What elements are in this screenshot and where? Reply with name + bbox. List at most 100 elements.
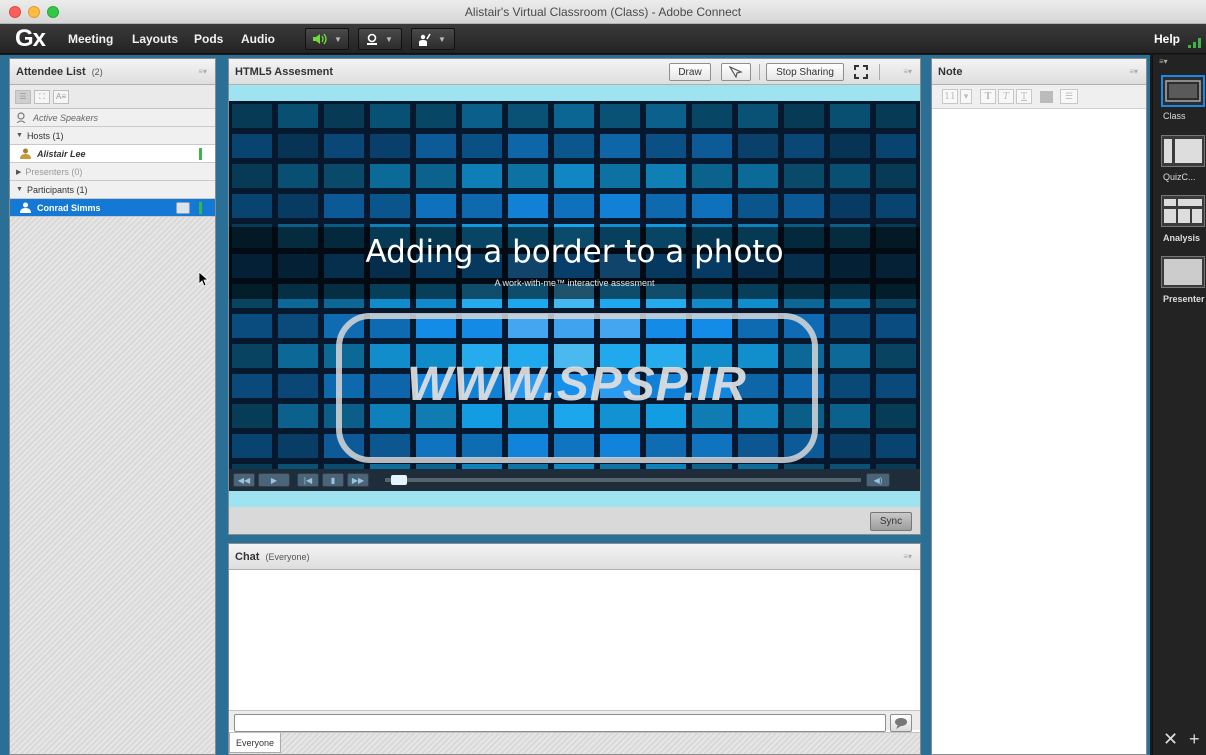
- presenters-group-row[interactable]: ▶ Presenters (0): [10, 163, 215, 181]
- webcam-status-icon[interactable]: [176, 202, 190, 214]
- rewind-button[interactable]: ◀◀: [233, 473, 255, 487]
- menu-help[interactable]: Help: [1154, 32, 1180, 46]
- presentation-player-bar: ◀◀ ▶ |◀ ▮ ▶▶ ◀): [229, 469, 920, 491]
- seek-thumb[interactable]: [390, 475, 407, 485]
- attendee-row-participant[interactable]: Conrad Simms: [10, 199, 215, 217]
- layout-thumb-class[interactable]: [1161, 75, 1205, 107]
- note-pod: Note ≡▾ 11 ▾ T T T ☰: [931, 58, 1147, 755]
- layouts-bar: ≡▾ Class QuizC... Analysis Presenter ✕ +: [1152, 55, 1206, 755]
- participant-icon: [20, 202, 31, 213]
- meeting-workspace: Attendee List (2) ≡▾ ☰ ⛶ A≡ Active Speak…: [0, 55, 1150, 755]
- chat-tab-everyone[interactable]: Everyone: [229, 733, 282, 753]
- menu-bar: Gx Meeting Layouts Pods Audio ▼ ▼ ▼ Help: [0, 24, 1206, 54]
- chevron-down-icon: ▼: [334, 34, 342, 44]
- attendee-count: (2): [91, 66, 103, 77]
- fullscreen-icon: [854, 65, 868, 79]
- list-view-icon[interactable]: ☰: [15, 89, 31, 104]
- host-name: Alistair Lee: [37, 148, 86, 159]
- menu-layouts[interactable]: Layouts: [132, 32, 178, 46]
- layout-preview-icon: [1164, 139, 1202, 163]
- speaker-button[interactable]: ▼: [305, 28, 349, 50]
- volume-button[interactable]: ◀): [866, 473, 890, 487]
- seek-track[interactable]: [385, 478, 861, 482]
- share-pod-title: HTML5 Assesment: [235, 65, 334, 78]
- italic-icon[interactable]: T: [998, 89, 1014, 104]
- layouts-menu-icon[interactable]: ≡▾: [1159, 57, 1168, 66]
- pod-options-icon[interactable]: ≡▾: [903, 552, 912, 561]
- pod-options-icon[interactable]: ≡▾: [1129, 67, 1138, 76]
- text-color-button[interactable]: [1038, 89, 1054, 104]
- mouse-cursor-icon: [199, 272, 209, 286]
- active-speakers-label: Active Speakers: [33, 112, 99, 123]
- participants-group-label: Participants (1): [26, 184, 88, 195]
- speaker-icon: [313, 33, 327, 45]
- webcam-button[interactable]: ▼: [358, 28, 402, 50]
- layout-thumb-quiz[interactable]: [1161, 135, 1205, 167]
- chat-scope: (Everyone): [265, 551, 310, 562]
- hosts-group-row[interactable]: ▼ Hosts (1): [10, 127, 215, 145]
- chat-message-input[interactable]: [234, 714, 886, 732]
- pod-options-icon[interactable]: ≡▾: [198, 67, 207, 76]
- tools-icon[interactable]: ✕: [1163, 729, 1178, 750]
- draw-button[interactable]: Draw: [669, 63, 711, 81]
- grid-view-icon[interactable]: ⛶: [34, 89, 50, 104]
- attendee-list-pod: Attendee List (2) ≡▾ ☰ ⛶ A≡ Active Speak…: [9, 58, 216, 755]
- menu-pods[interactable]: Pods: [194, 32, 223, 46]
- layout-thumb-presenter[interactable]: [1161, 256, 1205, 288]
- layout-thumb-analysis[interactable]: [1161, 195, 1205, 227]
- chevron-down-icon[interactable]: ▾: [960, 89, 972, 104]
- share-pod: HTML5 Assesment Draw Stop Sharing ≡▾ Add…: [228, 58, 921, 535]
- watermark-text: WWW.SPSP.IR: [407, 358, 747, 411]
- collapsed-triangle-icon: ▶: [16, 168, 22, 176]
- layout-label-quiz[interactable]: QuizC...: [1163, 172, 1196, 182]
- active-speakers-row: Active Speakers: [10, 109, 215, 127]
- play-button[interactable]: ▶: [258, 473, 290, 487]
- attendee-list-title: Attendee List: [16, 65, 86, 78]
- chat-tabs-bar: Everyone: [229, 732, 920, 754]
- sync-button[interactable]: Sync: [870, 512, 912, 531]
- previous-slide-button[interactable]: |◀: [297, 473, 319, 487]
- next-slide-button[interactable]: ▶▶: [347, 473, 369, 487]
- font-size-select[interactable]: 11: [942, 89, 958, 104]
- layout-label-class[interactable]: Class: [1163, 111, 1186, 121]
- slide-title: Adding a border to a photo: [365, 234, 784, 270]
- pointer-button[interactable]: [721, 63, 751, 81]
- hosts-group-label: Hosts (1): [26, 130, 64, 141]
- fullscreen-button[interactable]: [849, 63, 873, 81]
- toolbar-divider: [879, 64, 880, 80]
- bullet-list-icon[interactable]: ☰: [1060, 89, 1078, 104]
- menu-audio[interactable]: Audio: [241, 32, 275, 46]
- chevron-down-icon: ▼: [385, 34, 393, 44]
- menu-meeting[interactable]: Meeting: [68, 32, 113, 46]
- chat-title: Chat: [235, 550, 260, 563]
- app-logo: Gx: [15, 25, 46, 52]
- window-title: Alistair's Virtual Classroom (Class) - A…: [464, 5, 742, 19]
- connection-signal-icon: [1188, 38, 1201, 48]
- speaking-indicator: [199, 148, 202, 160]
- attendee-row-host[interactable]: Alistair Lee: [10, 145, 215, 163]
- participants-group-row[interactable]: ▼ Participants (1): [10, 181, 215, 199]
- layout-preview-icon: [1164, 259, 1202, 285]
- speaker-head-icon: [16, 112, 26, 123]
- raise-hand-button[interactable]: ▼: [411, 28, 455, 50]
- underline-icon[interactable]: T: [1016, 89, 1032, 104]
- send-message-button[interactable]: [890, 714, 912, 732]
- layout-label-presenter[interactable]: Presenter: [1163, 294, 1205, 304]
- layout-label-analysis[interactable]: Analysis: [1163, 233, 1200, 243]
- bold-icon[interactable]: T: [980, 89, 996, 104]
- slide-top-band: [229, 85, 920, 101]
- pod-options-icon[interactable]: ≡▾: [903, 67, 912, 76]
- layout-preview-icon: [1164, 199, 1202, 223]
- note-format-toolbar: 11 ▾ T T T ☰: [932, 85, 1146, 109]
- raise-hand-icon: [419, 33, 431, 46]
- slide-marker-button[interactable]: ▮: [322, 473, 344, 487]
- add-layout-icon[interactable]: +: [1189, 729, 1200, 750]
- sort-icon[interactable]: A≡: [53, 89, 69, 104]
- pointer-icon: [729, 66, 743, 78]
- stop-sharing-button[interactable]: Stop Sharing: [766, 63, 844, 81]
- expanded-triangle-icon: ▼: [16, 132, 23, 139]
- presenters-group-label: Presenters (0): [25, 166, 83, 177]
- note-title: Note: [938, 65, 963, 78]
- slide-bottom-band: [229, 491, 920, 507]
- host-icon: [20, 148, 31, 159]
